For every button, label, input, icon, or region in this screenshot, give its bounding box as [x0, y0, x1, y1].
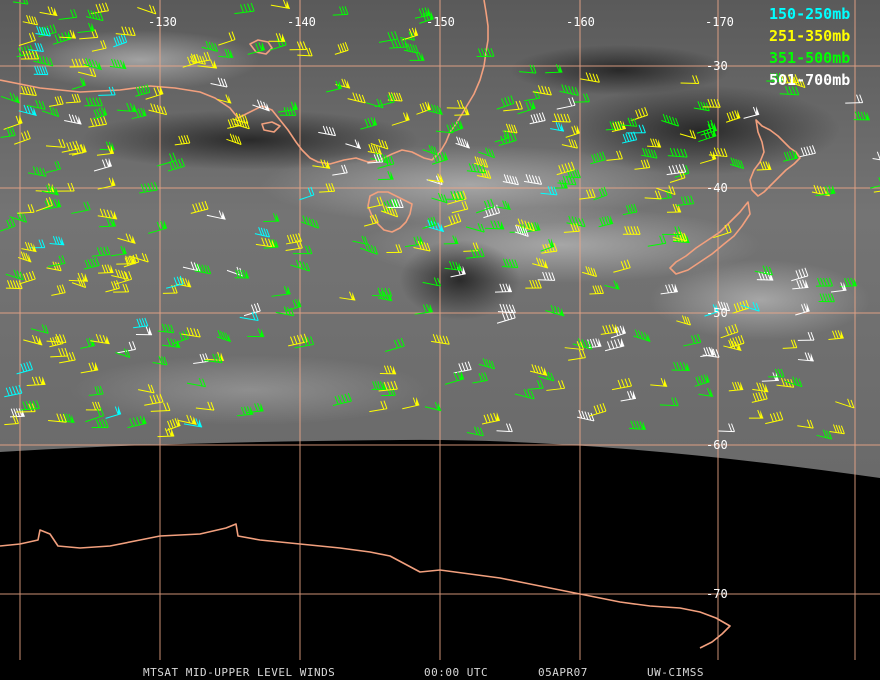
wind-barb [545, 71, 563, 74]
lat-label-70: -70 [706, 587, 728, 601]
wind-barb [782, 347, 797, 349]
map-stage: -130 -140 -150 -160 -170 -30 -40 -50 -60… [0, 0, 880, 680]
lon-label-170: -170 [705, 15, 734, 29]
map-canvas [0, 0, 880, 660]
lat-label-50: -50 [706, 306, 728, 320]
footer-date: 05APR07 [538, 666, 588, 679]
wind-barb [552, 120, 571, 123]
wind-barb [537, 279, 555, 281]
lat-label-40: -40 [706, 181, 728, 195]
lat-label-60: -60 [706, 438, 728, 452]
footer-time: 00:00 UTC [424, 666, 489, 679]
lon-label-140: -140 [287, 15, 316, 29]
wind-barb [372, 295, 392, 297]
wind-barb [589, 292, 604, 295]
lon-label-130: -130 [148, 15, 177, 29]
legend-251-350: 251-350mb [769, 27, 851, 45]
legend-150-250: 150-250mb [769, 5, 851, 23]
legend-351-500: 351-500mb [769, 49, 851, 67]
footer-product: MTSAT MID-UPPER LEVEL WINDS [143, 666, 336, 679]
lat-label-30: -30 [706, 59, 728, 73]
antarctica-coast [0, 523, 731, 649]
wind-barb [718, 430, 735, 433]
lon-label-150: -150 [426, 15, 455, 29]
lon-label-160: -160 [566, 15, 595, 29]
footer-source: UW-CIMSS [647, 666, 704, 679]
legend-501-700: 501-700mb [769, 71, 851, 89]
wind-barb [454, 114, 470, 116]
wind-barb [98, 271, 114, 274]
